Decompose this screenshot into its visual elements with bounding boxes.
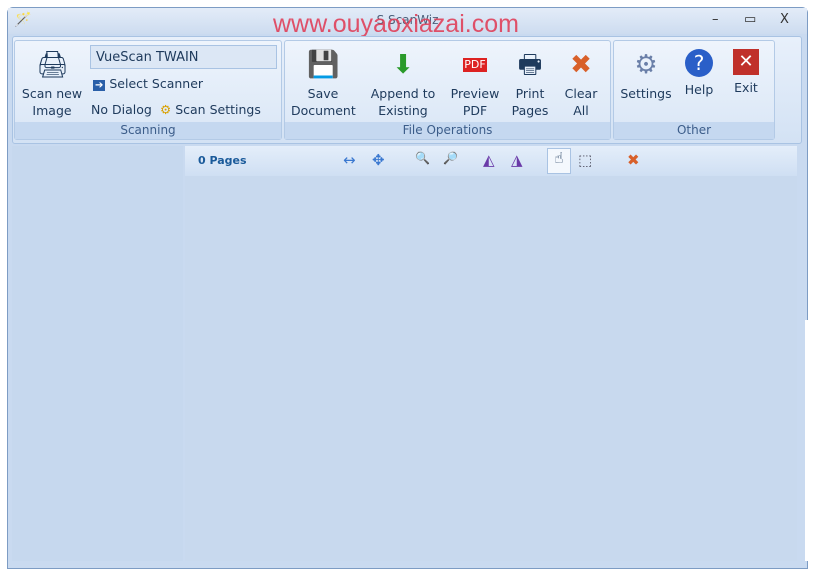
title-bar: 🪄 S ScanWiz www.ouyaoxiazai.com – ▭ X [8,8,807,38]
label: Preview [450,86,500,101]
group-label: Scanning [15,122,281,139]
label: Save [307,86,339,101]
page-count: 0 Pages [198,154,247,167]
label: Clear [564,86,598,101]
maximize-button[interactable]: ▭ [744,12,756,27]
arrow-right-icon: ➔ [93,80,106,91]
label: Append to [370,86,436,101]
scan-settings-button[interactable]: ⚙ Scan Settings [160,101,261,118]
ribbon: 🖨 Scan new Image VueScan TWAIN ➔ Select S… [12,36,802,144]
scan-new-image-button[interactable]: 🖨 Scan new Image [21,49,83,119]
label: Scan new [21,86,83,101]
preview-pdf-button[interactable]: PDF Preview PDF [449,49,501,119]
minimize-button[interactable]: – [712,12,719,27]
page-viewer: 0 Pages ↔ ✥ 🔍 🔎 ◭ ◮ ☝ ⬚ ✖ [185,146,797,561]
gear-icon: ⚙ [634,50,658,80]
scanner-select[interactable]: VueScan TWAIN [90,45,277,69]
select-scanner-button[interactable]: ➔ Select Scanner [93,75,203,94]
gear-icon: ⚙ [160,102,172,117]
printer-icon: 🖶 [517,50,543,80]
pan-hand-icon[interactable]: ☝ [547,148,571,174]
clear-all-button[interactable]: ✖ Clear All [561,49,601,119]
label: Exit [734,80,758,95]
label: Print [515,86,545,101]
append-stack-icon: ⬇ [392,50,414,80]
exit-button[interactable]: ✕ Exit [728,49,764,96]
zoom-in-icon[interactable]: 🔍 [415,151,430,165]
group-other: ⚙ Settings ? Help ✕ Exit Other [613,40,775,140]
help-button[interactable]: ? Help [680,49,718,98]
label: Image [32,103,72,118]
viewer-toolbar: 0 Pages ↔ ✥ 🔍 🔎 ◭ ◮ ☝ ⬚ ✖ [185,146,797,176]
x-icon: ✖ [570,50,592,80]
pdf-icon: PDF [463,58,487,72]
label: PDF [462,103,488,118]
watermark: www.ouyaoxiazai.com [273,10,519,38]
label: Scan Settings [175,102,261,117]
fit-page-icon[interactable]: ✥ [372,151,385,169]
fit-width-icon[interactable]: ↔ [343,151,356,169]
group-scanning: 🖨 Scan new Image VueScan TWAIN ➔ Select S… [14,40,282,140]
delete-icon[interactable]: ✖ [627,151,640,169]
floppy-icon: 💾 [307,50,340,80]
label: Settings [620,86,672,101]
group-label: Other [614,122,774,139]
thumbnail-panel [12,146,183,561]
label: Select Scanner [109,76,204,91]
settings-button[interactable]: ⚙ Settings [620,49,672,102]
group-file-operations: 💾SaveDocument ⬇Append toExisting PDF PDF… [284,40,611,140]
label: Pages [511,103,549,118]
label: All [573,103,589,118]
select-region-icon[interactable]: ⬚ [578,151,592,169]
rotate-left-icon[interactable]: ◭ [483,151,495,169]
label: Help [684,82,714,97]
print-pages-button[interactable]: 🖶 Print Pages [507,49,553,119]
zoom-out-icon[interactable]: 🔎 [443,151,458,165]
close-button[interactable]: X [780,12,789,27]
no-dialog-toggle[interactable]: No Dialog [91,101,152,118]
help-icon: ? [685,49,713,77]
exit-icon: ✕ [733,49,759,75]
scanner-icon: 🖨 [36,50,70,80]
group-label: File Operations [285,122,610,139]
save-document-button[interactable]: 💾 Save Document [291,49,356,119]
label: Document [291,103,356,118]
rotate-right-icon[interactable]: ◮ [511,151,523,169]
background [805,320,817,561]
